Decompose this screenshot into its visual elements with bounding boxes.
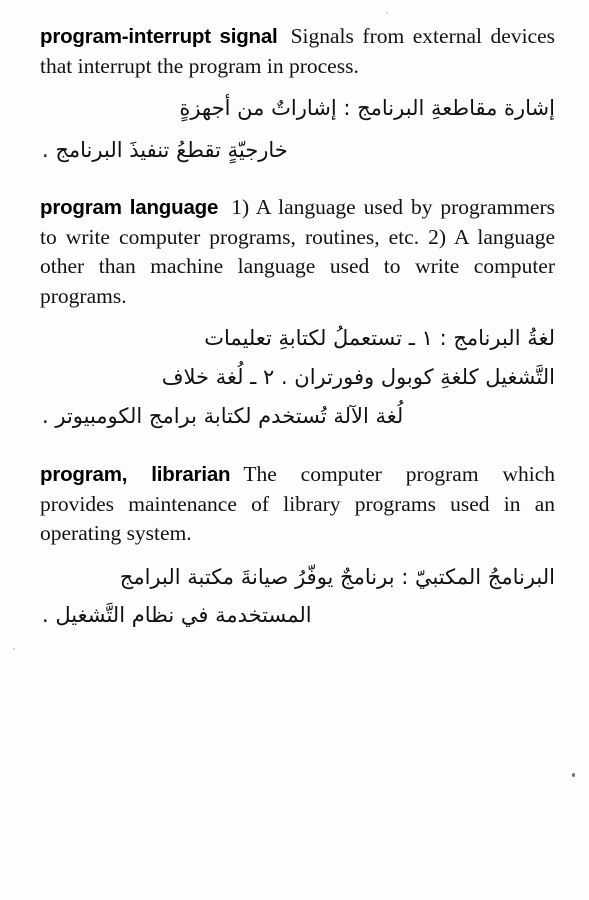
entry-arabic-translation: إشارة مقاطعةِ البرنامج : إشاراتٌ من أجهز… [40, 87, 555, 171]
arabic-line: التَّشغيل كلغةِ كوبول وفورتران . ٢ ـ لُغ… [161, 365, 555, 389]
arabic-line: لُغة الآلة تُستخدم لكتابة برامج الكومبيو… [42, 404, 404, 428]
arabic-line: خارجيّةٍ تقطعُ تنفيذَ البرنامج . [42, 138, 288, 162]
dictionary-page: program-interrupt signal Signals from ext… [0, 0, 589, 900]
entry-definition-en: program-interrupt signal Signals from ext… [40, 22, 555, 81]
text-column: program-interrupt signal Signals from ext… [40, 22, 555, 660]
scan-speck-icon [572, 773, 575, 777]
dictionary-entry: program language 1) A language used by pr… [40, 193, 555, 436]
entry-headword: program, librarian [40, 463, 231, 486]
arabic-line: البرنامجُ المكتبيّ : برنامجٌ يوفّرُ صيان… [119, 564, 555, 589]
dictionary-entry: program-interrupt signal Signals from ext… [40, 22, 555, 171]
scan-speck-icon [386, 12, 388, 14]
scan-speck-icon [13, 648, 15, 650]
arabic-line: إشارة مقاطعةِ البرنامج : إشاراتٌ من أجهز… [179, 96, 555, 120]
arabic-line: لغةُ البرنامج : ١ ـ تستعملُ لكتابةِ تعلي… [204, 326, 555, 350]
entry-definition-en: program language 1) A language used by pr… [40, 193, 555, 311]
entry-definition-en: program, librarian The computer program w… [40, 460, 555, 549]
entry-arabic-translation: لغةُ البرنامج : ١ ـ تستعملُ لكتابةِ تعلي… [40, 319, 555, 436]
entry-headword: program-interrupt signal [40, 25, 278, 48]
arabic-line: المستخدمة في نظام التَّشغيل . [42, 602, 312, 627]
entry-arabic-translation: البرنامجُ المكتبيّ : برنامجٌ يوفّرُ صيان… [40, 558, 555, 634]
dictionary-entry: program, librarian The computer program w… [40, 460, 555, 634]
entry-headword: program language [40, 196, 219, 219]
